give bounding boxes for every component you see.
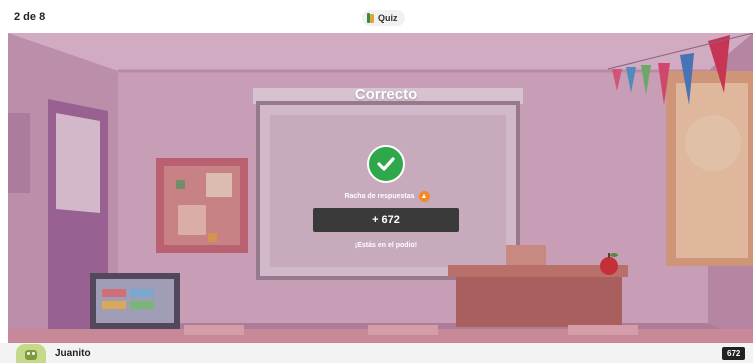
player-score: 672: [722, 347, 746, 360]
scene-tint-overlay: [8, 33, 753, 343]
podium-message: ¡Estás en el podio!: [354, 242, 418, 249]
top-bar: 2 de 8 Quiz: [0, 0, 753, 33]
streak-label: Racha de respuestas: [344, 193, 415, 200]
result-title: Correcto: [354, 86, 418, 103]
book-icon: [367, 13, 374, 23]
quiz-type-label: Quiz: [378, 13, 398, 23]
answer-streak: Racha de respuestas ▲: [330, 191, 444, 202]
player-name: Juanito: [55, 348, 91, 359]
quiz-type-badge: Quiz: [362, 10, 405, 26]
flame-icon: ▲: [418, 191, 430, 202]
player-bar: Juanito 672: [0, 343, 753, 363]
question-progress: 2 de 8: [14, 11, 46, 23]
robot-avatar: [16, 344, 46, 363]
points-earned: + 672: [313, 208, 459, 232]
classroom-background: [8, 33, 753, 343]
check-icon: [367, 145, 405, 183]
